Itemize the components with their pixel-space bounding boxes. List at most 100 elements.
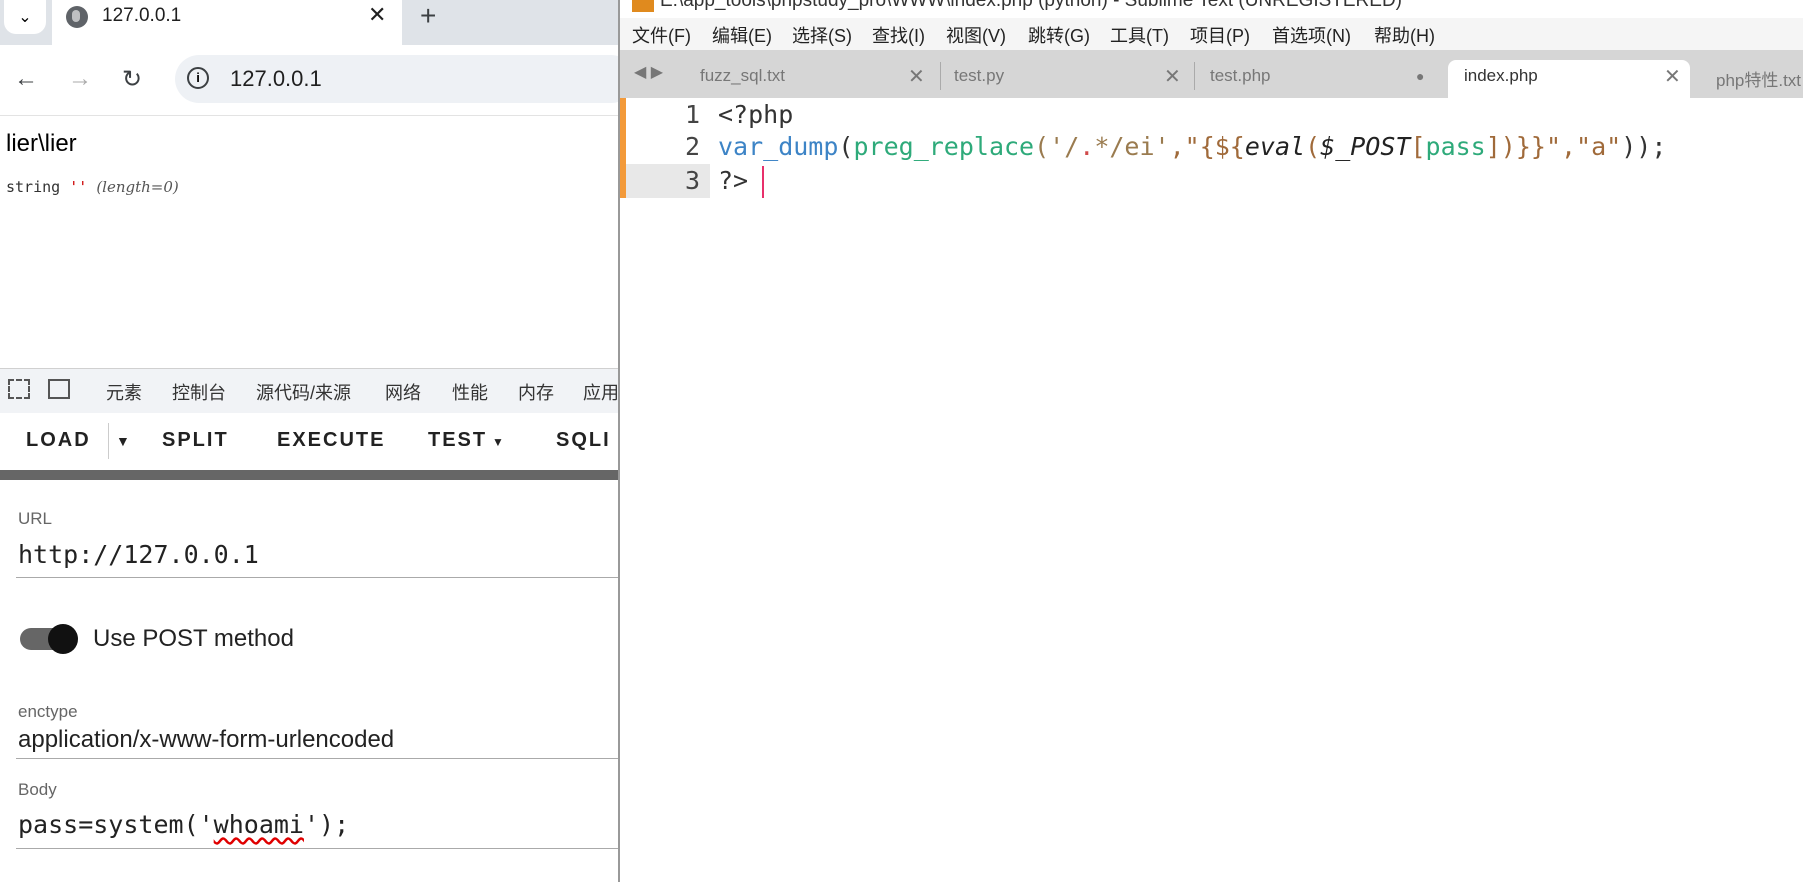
split-button[interactable]: SPLIT: [162, 429, 229, 452]
dump-length: (length=0): [96, 178, 179, 196]
code-token: [: [1410, 132, 1426, 161]
tab-label: test.php: [1210, 66, 1271, 85]
code-token: var_dump: [718, 132, 839, 161]
hackbar-toolbar: LOAD ▼ SPLIT EXECUTE TEST ▼ SQLI: [0, 413, 620, 469]
code-token: .: [1079, 132, 1095, 161]
code-token: pass: [1425, 132, 1486, 161]
unsaved-dot-icon[interactable]: ●: [1416, 68, 1424, 84]
sublime-title-bar: E:\app_tools\phpstudy_pro\WWW\index.php …: [620, 0, 1803, 18]
menu-tools[interactable]: 工具(T): [1110, 22, 1169, 48]
menu-preferences[interactable]: 首选项(N): [1272, 22, 1351, 48]
code-token: (: [838, 132, 854, 161]
tab-search-button[interactable]: ⌄: [4, 0, 46, 34]
code-token: ));: [1621, 132, 1667, 161]
body-field[interactable]: pass=system('whoami');: [18, 810, 349, 839]
code-line-3: ?>: [718, 166, 749, 195]
enctype-underline: [16, 758, 620, 759]
reload-button[interactable]: ↻: [122, 65, 142, 94]
code-token: ,"{${: [1169, 132, 1245, 161]
sublime-window: E:\app_tools\phpstudy_pro\WWW\index.php …: [618, 0, 1803, 882]
execute-button[interactable]: EXECUTE: [277, 429, 385, 452]
forward-button[interactable]: →: [68, 65, 92, 93]
tab-label: index.php: [1464, 66, 1538, 85]
tab-test-php[interactable]: test.php ●: [1210, 60, 1440, 98]
url-field[interactable]: http://127.0.0.1: [18, 540, 259, 569]
close-icon[interactable]: ✕: [1164, 64, 1181, 89]
code-token: ])}}": [1485, 132, 1561, 161]
code-token: (: [1305, 132, 1321, 161]
code-token: eval: [1244, 132, 1306, 161]
new-tab-button[interactable]: +: [420, 0, 436, 32]
menu-find[interactable]: 查找(I): [872, 22, 925, 48]
devtools-tab-memory[interactable]: 内存: [518, 379, 554, 405]
text-cursor: [762, 166, 764, 198]
devtools-tab-bar: 元素 控制台 源代码/来源 网络 性能 内存 应用: [0, 368, 620, 414]
code-line-2: var_dump(preg_replace('/.*/ei',"{${eval(…: [718, 132, 1666, 161]
menu-help[interactable]: 帮助(H): [1374, 22, 1435, 48]
tab-divider: [940, 62, 941, 90]
test-button[interactable]: TEST: [428, 429, 487, 452]
code-token: ('/: [1034, 132, 1080, 161]
code-token: $_POST: [1320, 132, 1411, 161]
browser-nav-bar: ← → ↻ i 127.0.0.1: [0, 45, 620, 116]
address-bar[interactable]: i 127.0.0.1: [175, 55, 620, 103]
body-field-underline: [16, 848, 620, 849]
tab-php-features[interactable]: php特性.txt: [1700, 60, 1803, 98]
sublime-tab-bar: ◀ ▶ fuzz_sql.txt ✕ test.py ✕ test.php ● …: [620, 50, 1803, 98]
address-bar-url[interactable]: 127.0.0.1: [230, 66, 322, 92]
hackbar-separator-bar: [0, 470, 620, 480]
code-line-1: <?php: [718, 100, 794, 129]
code-token: */ei': [1094, 132, 1170, 161]
devtools-tab-performance[interactable]: 性能: [452, 379, 488, 405]
tab-test-py[interactable]: test.py ✕: [954, 60, 1184, 98]
body-text-suffix: ');: [303, 810, 350, 839]
test-dropdown-icon[interactable]: ▼: [492, 435, 506, 449]
line-number: 3: [684, 166, 700, 195]
tab-label: fuzz_sql.txt: [700, 66, 786, 85]
menu-edit[interactable]: 编辑(E): [712, 22, 772, 48]
dump-value: '': [69, 178, 88, 196]
browser-tab[interactable]: 127.0.0.1 ✕: [52, 0, 402, 45]
body-text-spellcheck-word: whoami: [213, 810, 304, 839]
back-button[interactable]: ←: [14, 65, 38, 93]
menu-goto[interactable]: 跳转(G): [1028, 22, 1090, 48]
body-field-label: Body: [18, 780, 57, 799]
close-icon[interactable]: ✕: [1664, 64, 1681, 89]
toolbar-divider: [108, 423, 109, 459]
site-info-icon[interactable]: i: [187, 67, 209, 89]
menu-project[interactable]: 项目(P): [1190, 22, 1250, 48]
browser-window: ⌄ 127.0.0.1 ✕ + ← → ↻ i 127.0.0.1 lier\l…: [0, 0, 620, 882]
sqli-button[interactable]: SQLI: [556, 429, 611, 452]
globe-icon: [66, 6, 88, 28]
load-dropdown-icon[interactable]: ▼: [116, 433, 132, 449]
tab-divider: [1194, 62, 1195, 90]
url-field-label: URL: [18, 509, 53, 528]
post-toggle-knob[interactable]: [48, 624, 78, 654]
tab-label: php特性.txt: [1716, 71, 1802, 90]
devtools-tab-network[interactable]: 网络: [385, 379, 421, 405]
tab-index-php[interactable]: index.php ✕: [1448, 60, 1690, 98]
url-field-underline: [16, 577, 620, 578]
device-toolbar-icon[interactable]: [48, 379, 70, 399]
close-icon[interactable]: ✕: [908, 64, 925, 89]
body-text-prefix: pass=system(': [18, 810, 214, 839]
chevron-down-icon: ⌄: [18, 9, 32, 26]
load-button[interactable]: LOAD: [26, 429, 91, 452]
enctype-select[interactable]: application/x-www-form-urlencoded: [18, 726, 394, 754]
tab-fuzz-sql[interactable]: fuzz_sql.txt ✕: [700, 60, 930, 98]
devtools-tab-elements[interactable]: 元素: [106, 379, 142, 405]
close-tab-icon[interactable]: ✕: [368, 2, 386, 28]
tab-scroll-arrows-icon[interactable]: ◀ ▶: [634, 62, 663, 82]
menu-view[interactable]: 视图(V): [946, 22, 1006, 48]
dump-type: string: [6, 178, 61, 196]
devtools-tab-sources[interactable]: 源代码/来源: [256, 379, 351, 405]
code-editor[interactable]: 1 2 3 <?php var_dump(preg_replace('/.*/e…: [620, 98, 1803, 882]
menu-file[interactable]: 文件(F): [632, 22, 691, 48]
menu-selection[interactable]: 选择(S): [792, 22, 852, 48]
inspect-element-icon[interactable]: [8, 379, 30, 399]
browser-tab-title: 127.0.0.1: [102, 5, 182, 26]
devtools-tab-console[interactable]: 控制台: [172, 379, 226, 405]
sublime-app-icon: [632, 0, 654, 12]
devtools-tab-application[interactable]: 应用: [583, 379, 619, 405]
page-viewport: lier\lier string '' (length=0): [0, 116, 620, 366]
